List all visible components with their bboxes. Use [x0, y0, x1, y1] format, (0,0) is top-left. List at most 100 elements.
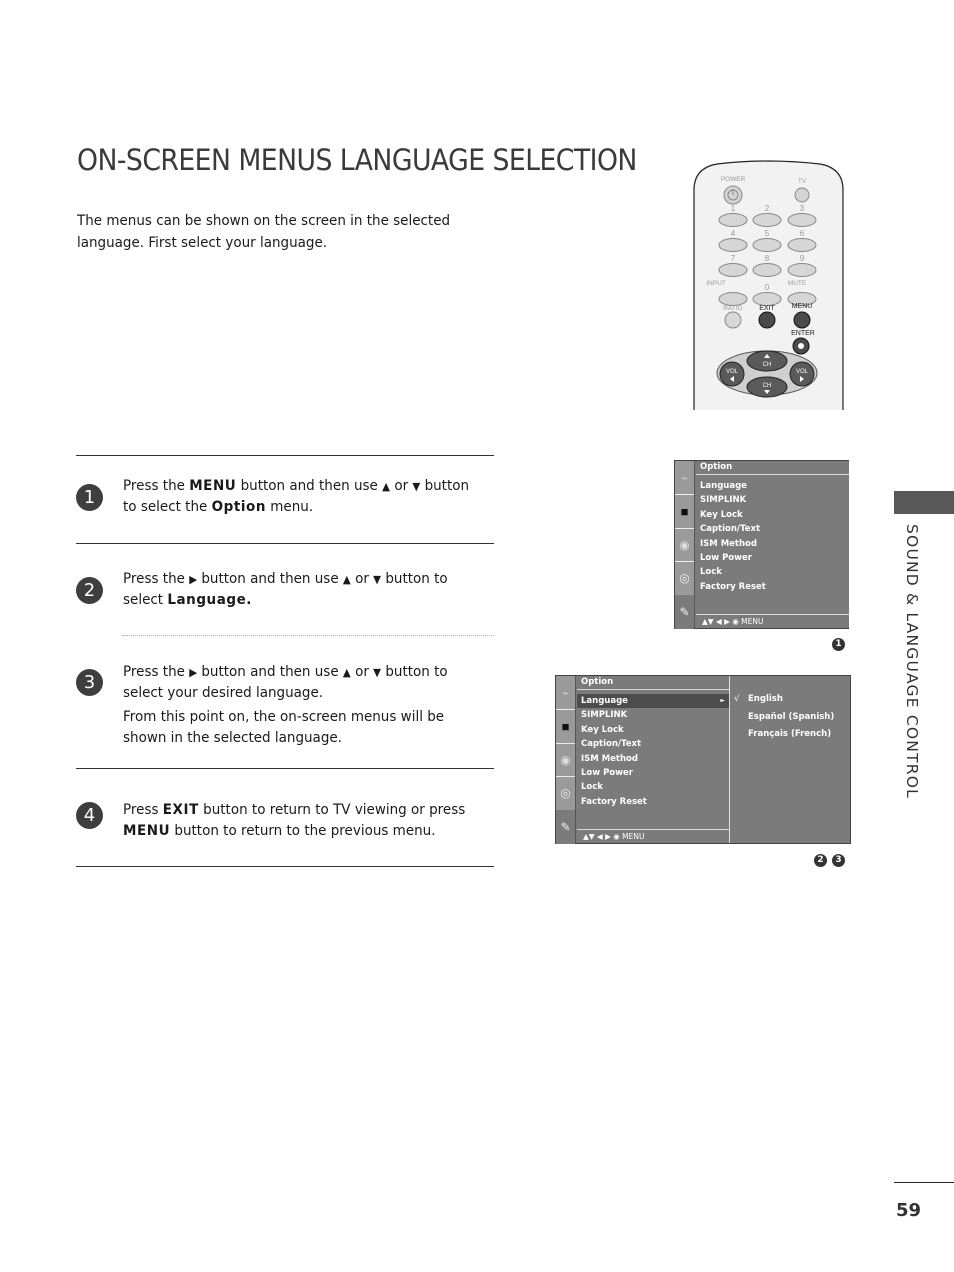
- category-satellite-dish[interactable]: ⌁: [556, 676, 575, 710]
- category-screen[interactable]: ■: [556, 710, 575, 744]
- menu-nav-hint: ▲▼ ◀ ▶ ◉ MENU: [577, 829, 729, 843]
- menu-nav-hint: ▲▼ ◀ ▶ ◉ MENU: [696, 614, 849, 628]
- menu-category-sidebar: ⌁ ■ ◉ ◎ ✎: [675, 461, 695, 629]
- menu-item-simplink[interactable]: SIMPLINK: [577, 708, 729, 722]
- digit-label: 5: [765, 229, 770, 238]
- ratio-button[interactable]: [724, 311, 742, 329]
- step-2-text: Press the ▶ button and then use ▲ or ▼ b…: [123, 571, 448, 608]
- exit-label: EXIT: [759, 305, 775, 312]
- up-arrow-icon: ▲: [342, 666, 351, 679]
- digit-label: 9: [800, 254, 805, 263]
- svg-text:CH: CH: [763, 383, 772, 389]
- menu-button[interactable]: [793, 311, 811, 329]
- page-number: 59: [896, 1200, 922, 1221]
- category-screen[interactable]: ■: [675, 495, 694, 529]
- submenu-arrow-icon: ►: [720, 697, 725, 704]
- category-clock[interactable]: ◎: [556, 777, 575, 811]
- menu-label: MENU: [792, 303, 813, 310]
- remote-control-illustration: POWER TV 1 2 3 4 5 6 7 8 9 0 INPUT MUTE RATIO EXI…: [693, 160, 844, 410]
- svg-text:CH: CH: [763, 362, 772, 368]
- divider: [76, 455, 494, 456]
- mute-label: MUTE: [788, 280, 807, 287]
- menu-item-low-power[interactable]: Low Power: [577, 766, 729, 780]
- vol-down-button[interactable]: VOL: [719, 361, 745, 387]
- step-3-text: Press the ▶ button and then use ▲ or ▼ b…: [123, 662, 476, 749]
- svg-text:VOL: VOL: [726, 369, 739, 375]
- figure-badge-3: 3: [832, 854, 845, 867]
- clock-icon: ◎: [560, 786, 571, 800]
- figure-badge-2: 2: [814, 854, 827, 867]
- menu-item-language[interactable]: Language ►: [577, 694, 729, 708]
- menu-item-key-lock[interactable]: Key Lock: [696, 508, 849, 522]
- step-number-1: 1: [76, 484, 103, 511]
- page-number-rule: [894, 1182, 954, 1183]
- menu-item-caption-text[interactable]: Caption/Text: [696, 522, 849, 536]
- input-button[interactable]: [718, 292, 748, 306]
- down-arrow-icon: ▼: [412, 480, 421, 493]
- ch-down-button[interactable]: CH: [746, 376, 788, 398]
- tv-label: TV: [798, 178, 807, 185]
- enter-button[interactable]: [792, 337, 810, 355]
- checkmark-icon: √: [734, 694, 740, 704]
- digit-label: 6: [800, 229, 805, 238]
- option-menu-panel: Option Language SIMPLINK Key Lock Caption/T…: [696, 461, 849, 628]
- menu-header: Option: [577, 676, 729, 690]
- digit-label: 3: [800, 204, 805, 213]
- power-button[interactable]: [723, 185, 743, 205]
- menu-item-ism-method[interactable]: ISM Method: [696, 537, 849, 551]
- enter-label: ENTER: [791, 330, 815, 337]
- language-submenu: √ English Español (Spanish) Français (Frenc…: [729, 676, 850, 843]
- menu-item-factory-reset[interactable]: Factory Reset: [577, 795, 729, 809]
- vol-up-button[interactable]: VOL: [789, 361, 815, 387]
- menu-item-lock[interactable]: Lock: [696, 565, 849, 579]
- satellite-dish-icon: ⌁: [561, 685, 570, 700]
- menu-item-simplink[interactable]: SIMPLINK: [696, 493, 849, 507]
- section-tab-marker: [894, 491, 954, 514]
- page-title: ON-SCREEN MENUS LANGUAGE SELECTION: [77, 143, 637, 177]
- divider: [76, 866, 494, 867]
- language-option[interactable]: √ English: [730, 691, 850, 707]
- menu-item-language[interactable]: Language: [696, 479, 849, 493]
- step-number-2: 2: [76, 577, 103, 604]
- menu-item-low-power[interactable]: Low Power: [696, 551, 849, 565]
- divider: [76, 768, 494, 769]
- power-label: POWER: [721, 176, 746, 183]
- right-arrow-icon: ▶: [189, 666, 198, 679]
- right-arrow-icon: ▶: [189, 573, 198, 586]
- ch-up-button[interactable]: CH: [746, 350, 788, 372]
- category-satellite-dish[interactable]: ⌁: [675, 461, 694, 495]
- category-speaker[interactable]: ◉: [556, 743, 575, 777]
- category-tag[interactable]: ✎: [675, 595, 694, 629]
- menu-item-lock[interactable]: Lock: [577, 780, 729, 794]
- speaker-icon: ◉: [560, 752, 571, 767]
- satellite-dish-icon: ⌁: [680, 470, 689, 485]
- screen-icon: ■: [561, 718, 570, 734]
- tv-button[interactable]: [794, 187, 810, 203]
- menu-item-key-lock[interactable]: Key Lock: [577, 723, 729, 737]
- clock-icon: ◎: [679, 571, 690, 585]
- option-menu-screenshot-2: ⌁ ■ ◉ ◎ ✎ Option Language ► SIMPLINK Key Lock Ca…: [555, 675, 851, 844]
- tag-icon: ✎: [560, 820, 571, 834]
- menu-item-ism-method[interactable]: ISM Method: [577, 752, 729, 766]
- menu-item-factory-reset[interactable]: Factory Reset: [696, 580, 849, 594]
- category-speaker[interactable]: ◉: [675, 528, 694, 562]
- step-1-text: Press the MENU button and then use ▲ or …: [123, 478, 470, 515]
- screen-icon: ■: [680, 503, 689, 519]
- option-menu-panel: Option Language ► SIMPLINK Key Lock Caption/…: [577, 676, 729, 843]
- menu-category-sidebar: ⌁ ■ ◉ ◎ ✎: [556, 676, 576, 844]
- menu-item-caption-text[interactable]: Caption/Text: [577, 737, 729, 751]
- digit-label: 8: [765, 254, 770, 263]
- language-option[interactable]: Español (Spanish): [730, 709, 850, 725]
- language-option[interactable]: Français (French): [730, 726, 850, 742]
- input-label: INPUT: [706, 280, 726, 287]
- exit-button[interactable]: [758, 311, 776, 329]
- menu-header: Option: [696, 461, 849, 475]
- svg-text:VOL: VOL: [796, 369, 809, 375]
- step-number-4: 4: [76, 802, 103, 829]
- dotted-divider: [122, 635, 494, 636]
- speaker-icon: ◉: [679, 537, 690, 552]
- category-tag[interactable]: ✎: [556, 810, 575, 844]
- up-arrow-icon: ▲: [342, 573, 351, 586]
- tag-icon: ✎: [679, 605, 690, 619]
- category-clock[interactable]: ◎: [675, 562, 694, 596]
